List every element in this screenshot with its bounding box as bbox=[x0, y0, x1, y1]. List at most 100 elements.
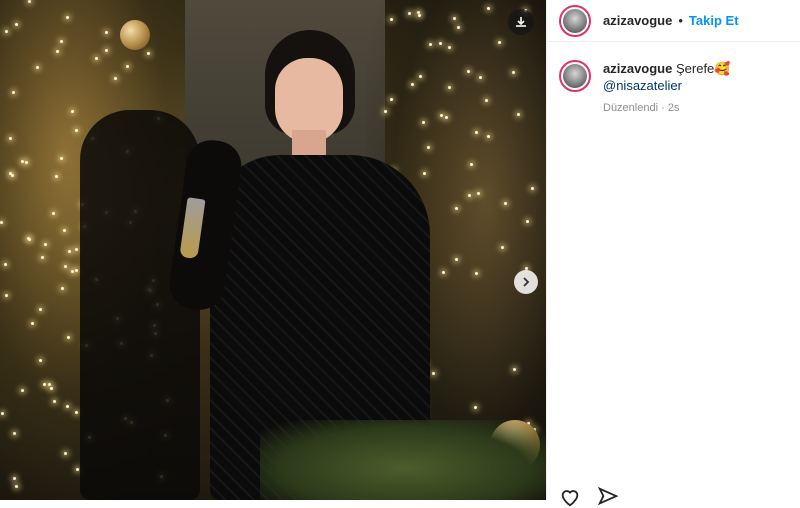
timestamp: 2s bbox=[667, 102, 680, 114]
ornament-ball bbox=[120, 20, 150, 50]
light-dot bbox=[417, 14, 421, 18]
light-dot bbox=[477, 191, 481, 195]
caption-text: azizavogue Şerefe🥰 @nisazatelier Düzenle… bbox=[603, 60, 730, 117]
light-dot bbox=[487, 135, 491, 139]
greenery-decoration bbox=[260, 420, 546, 500]
post-meta: Düzenlendi · 2s bbox=[603, 102, 680, 114]
light-dot bbox=[467, 193, 471, 197]
light-dot bbox=[478, 75, 482, 79]
mention-link[interactable]: @nisazatelier bbox=[603, 77, 730, 94]
follow-button[interactable]: Takip Et bbox=[689, 13, 739, 28]
light-dot bbox=[8, 136, 12, 140]
light-dot bbox=[455, 206, 459, 210]
champagne-glass bbox=[179, 197, 206, 260]
light-dot bbox=[68, 249, 72, 253]
light-dot bbox=[31, 322, 35, 326]
light-dot bbox=[484, 98, 488, 102]
light-dot bbox=[59, 40, 63, 44]
light-dot bbox=[48, 382, 52, 386]
light-dot bbox=[467, 70, 471, 74]
light-dot bbox=[39, 307, 43, 311]
light-dot bbox=[105, 48, 109, 52]
light-dot bbox=[11, 91, 15, 95]
light-dot bbox=[21, 388, 25, 392]
light-dot bbox=[512, 368, 516, 371]
light-dot bbox=[62, 228, 66, 232]
light-dot bbox=[15, 23, 19, 27]
light-dot bbox=[25, 161, 28, 165]
emoji: 🥰 bbox=[714, 61, 731, 76]
light-dot bbox=[407, 11, 411, 15]
light-dot bbox=[3, 263, 7, 267]
light-dot bbox=[61, 287, 65, 291]
send-icon[interactable] bbox=[597, 486, 619, 508]
light-dot bbox=[526, 220, 530, 224]
light-dot bbox=[41, 255, 45, 259]
light-dot bbox=[0, 412, 4, 416]
light-dot bbox=[50, 387, 54, 391]
light-dot bbox=[74, 129, 78, 133]
light-dot bbox=[64, 264, 68, 268]
download-button[interactable] bbox=[508, 9, 534, 35]
light-dot bbox=[95, 56, 99, 60]
light-dot bbox=[66, 404, 70, 408]
action-bar bbox=[559, 486, 619, 508]
caption-username[interactable]: azizavogue bbox=[603, 61, 672, 76]
light-dot bbox=[75, 468, 79, 472]
username-link[interactable]: azizavogue bbox=[603, 13, 672, 28]
light-dot bbox=[35, 65, 39, 69]
light-dot bbox=[500, 246, 504, 250]
light-dot bbox=[13, 431, 17, 435]
light-dot bbox=[59, 157, 63, 161]
light-dot bbox=[497, 40, 501, 44]
download-icon bbox=[516, 17, 526, 27]
edited-label: Düzenlendi bbox=[603, 102, 659, 114]
light-dot bbox=[530, 187, 534, 191]
light-dot bbox=[75, 269, 79, 273]
light-dot bbox=[416, 10, 420, 14]
light-dot bbox=[511, 71, 515, 75]
light-dot bbox=[15, 485, 19, 489]
post-image[interactable] bbox=[0, 0, 546, 500]
light-dot bbox=[104, 30, 108, 34]
light-dot bbox=[475, 131, 479, 135]
light-dot bbox=[390, 18, 394, 22]
light-dot bbox=[71, 269, 75, 273]
light-dot bbox=[454, 258, 458, 262]
separator-dot: • bbox=[678, 13, 683, 28]
light-dot bbox=[71, 110, 75, 114]
light-dot bbox=[27, 0, 31, 4]
heart-icon[interactable] bbox=[559, 486, 581, 508]
light-dot bbox=[12, 476, 16, 480]
chevron-right-icon bbox=[523, 277, 530, 287]
light-dot bbox=[39, 358, 43, 362]
light-dot bbox=[487, 6, 491, 10]
light-dot bbox=[42, 382, 46, 386]
light-dot bbox=[26, 236, 30, 240]
light-dot bbox=[474, 406, 478, 410]
post-header: azizavogue • Takip Et bbox=[547, 0, 800, 42]
light-dot bbox=[75, 248, 79, 252]
light-dot bbox=[475, 271, 479, 275]
light-dot bbox=[51, 211, 55, 215]
light-dot bbox=[452, 17, 456, 21]
light-dot bbox=[114, 77, 118, 81]
post-sidebar: azizavogue • Takip Et azizavogue Şerefe🥰… bbox=[546, 0, 800, 507]
light-dot bbox=[126, 64, 130, 68]
light-dot bbox=[457, 25, 461, 29]
caption: azizavogue Şerefe🥰 @nisazatelier Düzenle… bbox=[547, 42, 800, 117]
light-dot bbox=[147, 52, 151, 56]
light-dot bbox=[66, 15, 70, 19]
avatar[interactable] bbox=[559, 60, 591, 92]
light-dot bbox=[74, 410, 78, 414]
light-dot bbox=[64, 451, 68, 455]
light-dot bbox=[66, 336, 70, 340]
caption-body: Şerefe bbox=[675, 61, 715, 76]
light-dot bbox=[5, 294, 8, 298]
light-dot bbox=[504, 201, 508, 205]
light-dot bbox=[516, 112, 520, 116]
avatar[interactable] bbox=[559, 4, 591, 37]
light-dot bbox=[53, 400, 57, 404]
light-dot bbox=[43, 243, 47, 247]
next-image-button[interactable] bbox=[514, 270, 538, 294]
